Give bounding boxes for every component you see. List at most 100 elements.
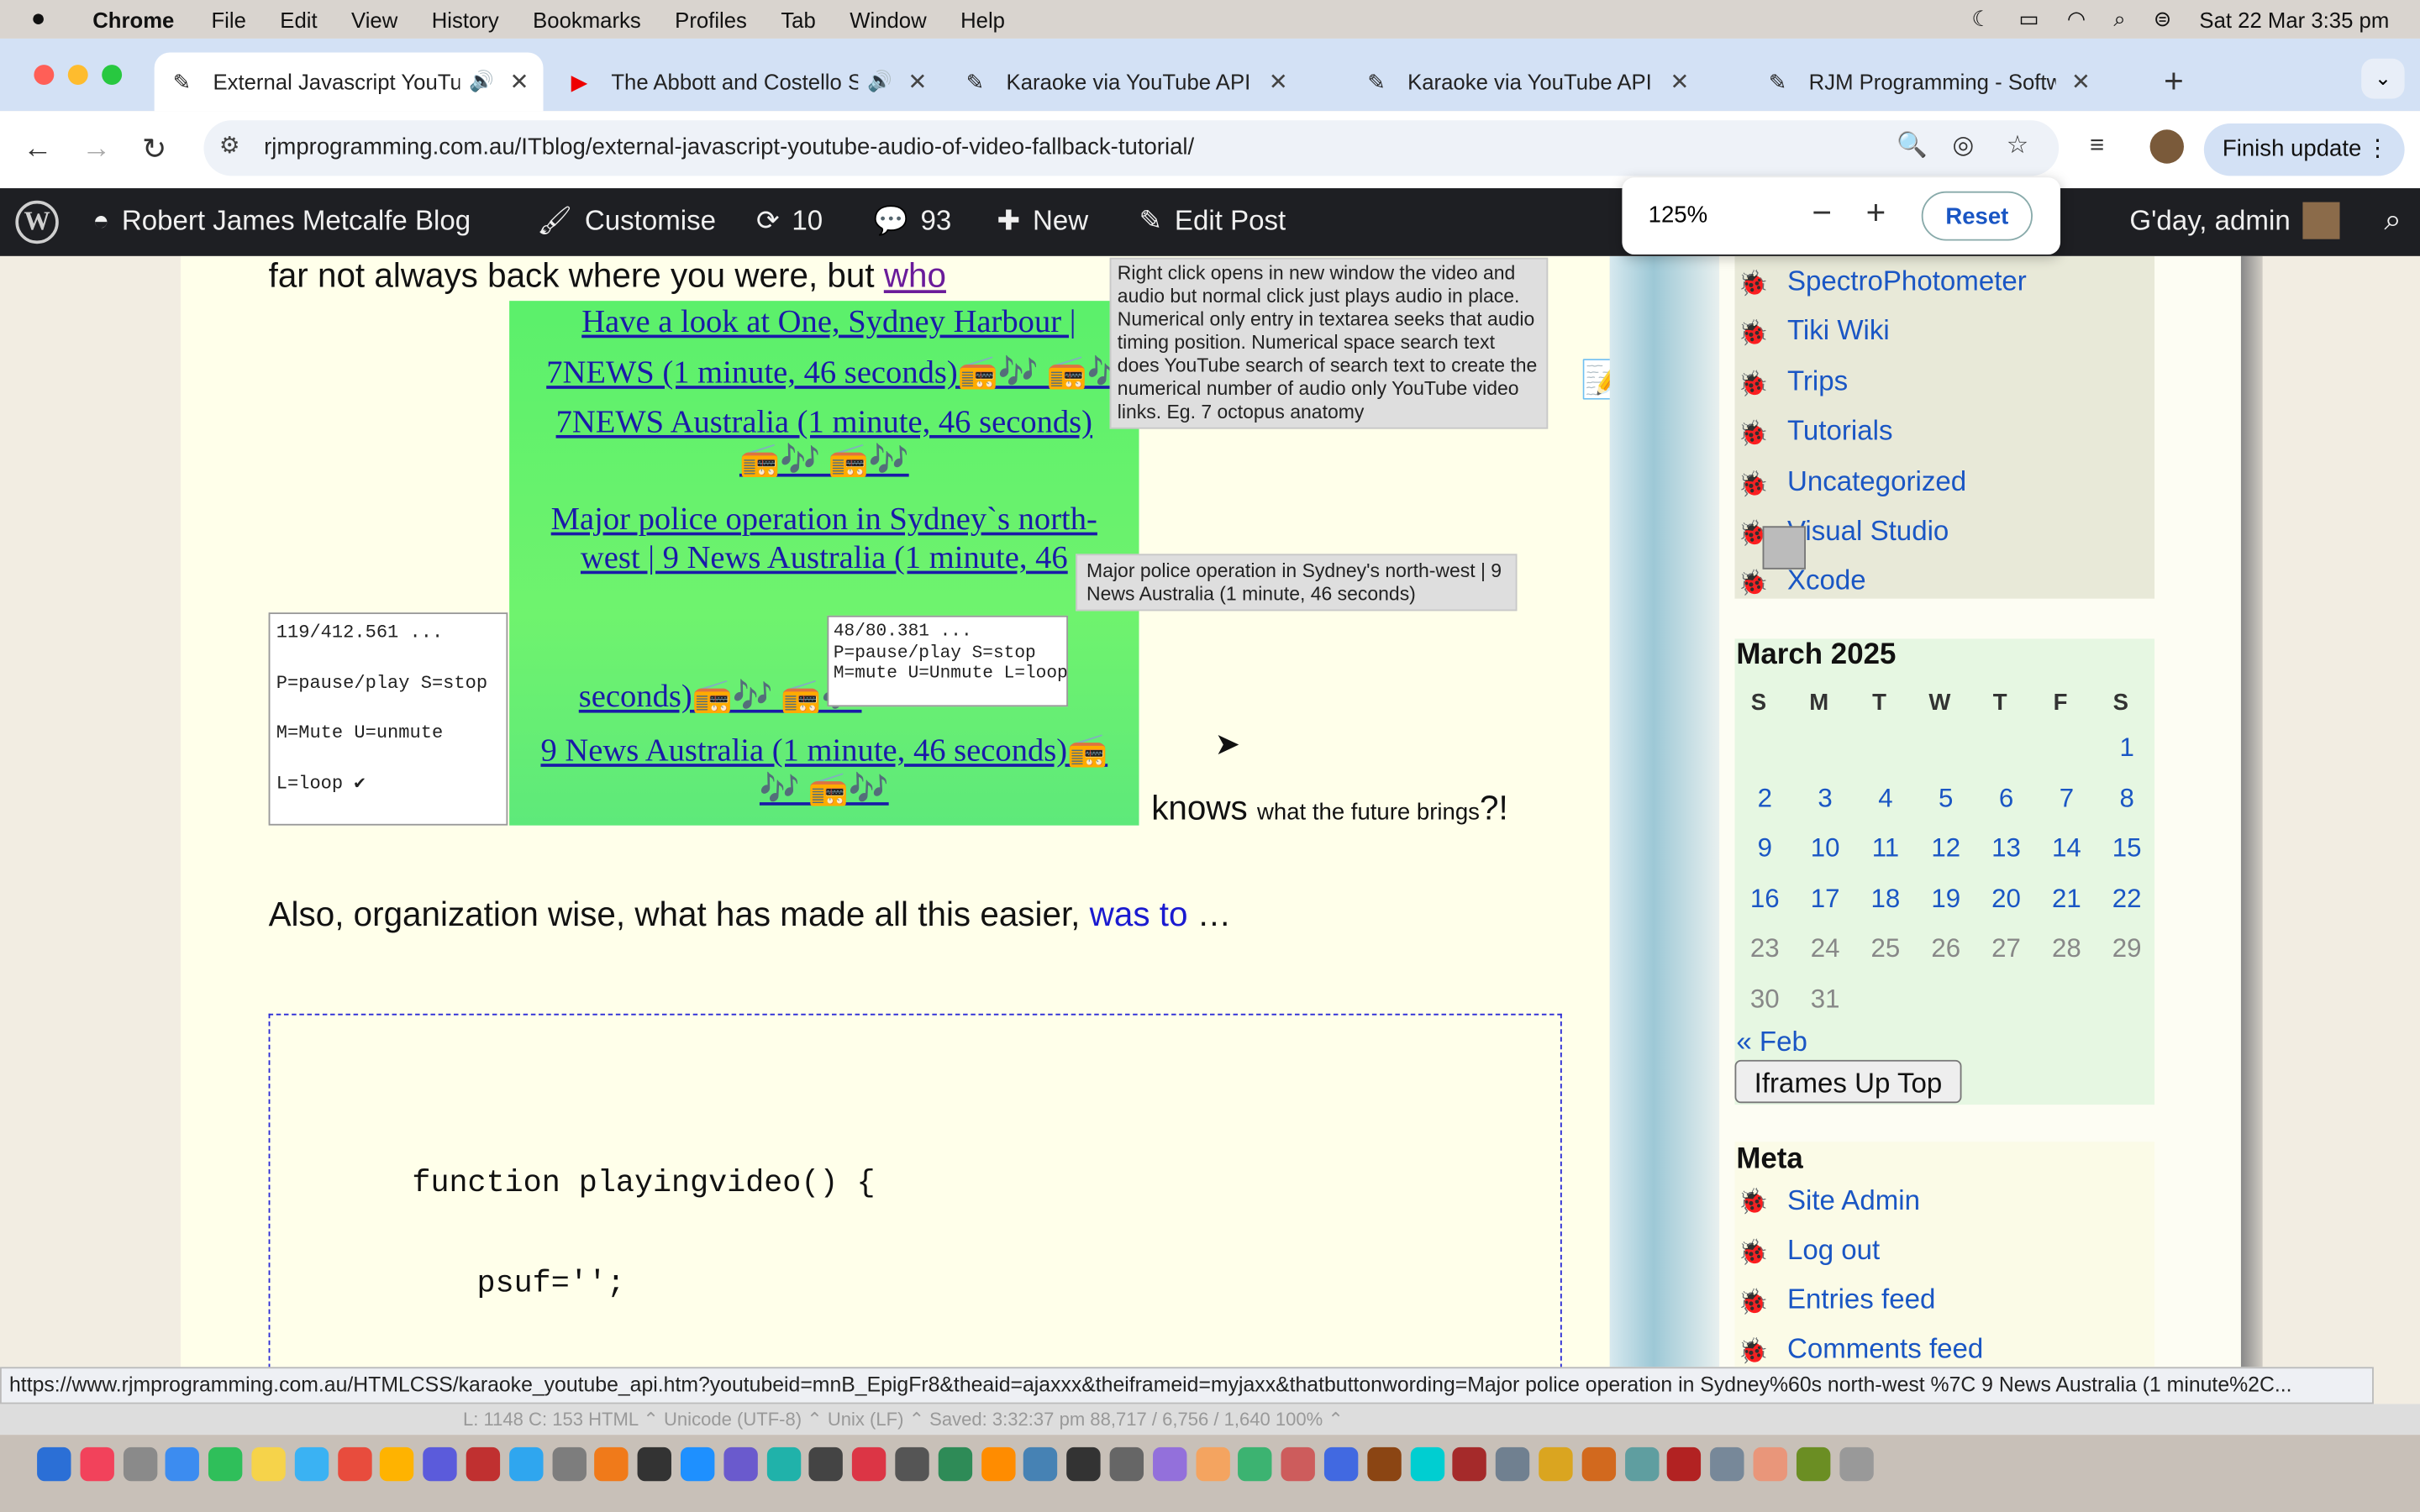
calendar-day-link[interactable]: 1	[2096, 732, 2157, 764]
calendar-day-link[interactable]: 10	[1795, 833, 1855, 864]
category-link[interactable]: SpectroPhotometer	[1787, 265, 2027, 298]
dock-app-icon[interactable]	[681, 1446, 715, 1482]
calendar-day-link[interactable]: 11	[1855, 833, 1916, 864]
calendar-day-link[interactable]: 4	[1855, 783, 1916, 814]
category-link[interactable]: Xcode	[1787, 564, 1866, 597]
tab-search-chevron-icon[interactable]: ⌄	[2361, 58, 2405, 99]
calendar-day-link[interactable]: 3	[1795, 783, 1855, 814]
calendar-day-link[interactable]: 9	[1734, 833, 1795, 864]
media-controls-icon[interactable]: ≡	[2090, 133, 2104, 160]
dock-app-icon[interactable]	[208, 1446, 243, 1482]
zoom-in-button[interactable]: +	[1866, 193, 1886, 234]
calendar-day-link[interactable]: 7	[2037, 783, 2097, 814]
menu-window[interactable]: Window	[850, 7, 926, 31]
green-link-7news-australia-audio[interactable]: 📻🎶 📻🎶	[509, 441, 1139, 480]
menu-help[interactable]: Help	[960, 7, 1005, 31]
green-link-7news-australia[interactable]: 7NEWS Australia (1 minute, 46 seconds)	[509, 402, 1139, 441]
dock-app-icon[interactable]	[1195, 1446, 1230, 1482]
dock-app-icon[interactable]	[1323, 1446, 1359, 1482]
menubar-datetime[interactable]: Sat 22 Mar 3:35 pm	[2199, 7, 2389, 31]
dock-app-icon[interactable]	[1710, 1446, 1744, 1482]
dock-app-icon[interactable]	[466, 1446, 501, 1482]
control-center-icon[interactable]: ⊜	[2154, 6, 2172, 32]
site-name-item[interactable]: ◓ Robert James Metcalfe Blog	[92, 205, 471, 238]
calendar-day-link[interactable]: 12	[1916, 833, 1976, 864]
close-tab-icon[interactable]: ✕	[1670, 68, 1689, 96]
dock-app-icon[interactable]	[1753, 1446, 1787, 1482]
close-window-button[interactable]	[34, 65, 55, 86]
dock-app-icon[interactable]	[423, 1446, 458, 1482]
address-url[interactable]: rjmprogramming.com.au/ITblog/external-ja…	[264, 134, 1194, 160]
audio-control-textarea-1[interactable]: 119/412.561 ... P=pause/play S=stop M=Mu…	[268, 612, 508, 826]
dock-app-icon[interactable]	[1281, 1446, 1316, 1482]
category-link[interactable]: Uncategorized	[1787, 466, 1966, 499]
battery-icon[interactable]: ▭	[2018, 6, 2039, 32]
calendar-day-link[interactable]: 6	[1976, 783, 2037, 814]
comments-feed-link[interactable]: Comments feed	[1787, 1333, 1983, 1366]
floating-square-icon[interactable]	[1762, 526, 1806, 570]
calendar-day-link[interactable]: 21	[2037, 884, 2097, 915]
calendar-day-link[interactable]: 17	[1795, 884, 1855, 915]
category-link[interactable]: Tutorials	[1787, 415, 1893, 448]
tab-external-javascript[interactable]: ✎ External Javascript YouTu 🔊 ✕	[154, 52, 544, 112]
dock-app-icon[interactable]	[809, 1446, 844, 1482]
finish-update-button[interactable]: Finish update ⋮	[2203, 123, 2405, 176]
zoom-out-button[interactable]: −	[1812, 193, 1832, 234]
site-admin-link[interactable]: Site Admin	[1787, 1185, 1920, 1218]
tab-karaoke-1[interactable]: ✎ Karaoke via YouTube API - RJI ✕	[948, 52, 1334, 111]
dock-app-icon[interactable]	[80, 1446, 114, 1482]
dock-app-icon[interactable]	[1581, 1446, 1616, 1482]
calendar-day-link[interactable]: 14	[2037, 833, 2097, 864]
kebab-menu-icon[interactable]: ⋮	[2366, 123, 2390, 176]
green-link-major-police-cont[interactable]: west | 9 News Australia (1 minute, 46	[509, 538, 1139, 577]
profile-avatar[interactable]	[2149, 129, 2184, 164]
dock-app-icon[interactable]	[508, 1446, 544, 1482]
dock-app-icon[interactable]	[1109, 1446, 1144, 1482]
dock-app-icon[interactable]	[723, 1446, 758, 1482]
dark-mode-icon[interactable]: ☾	[1971, 6, 1991, 32]
dock-app-icon[interactable]	[1023, 1446, 1058, 1482]
speaker-icon[interactable]: 🔊	[867, 70, 892, 94]
dock-app-icon[interactable]	[981, 1446, 1015, 1482]
dock-app-icon[interactable]	[337, 1446, 371, 1482]
dock-app-icon[interactable]	[938, 1446, 972, 1482]
dock-app-icon[interactable]	[1152, 1446, 1187, 1482]
green-link-9news-australia-audio[interactable]: 🎶 📻🎶	[509, 770, 1139, 809]
zoom-magnifier-icon[interactable]: 🔍	[1897, 129, 1928, 160]
zoom-window-button[interactable]	[102, 65, 123, 86]
wordpress-logo-icon[interactable]: W	[15, 200, 59, 244]
updates-item[interactable]: ⟳ 10	[756, 205, 823, 238]
menu-edit[interactable]: Edit	[280, 7, 317, 31]
dock-app-icon[interactable]	[637, 1446, 672, 1482]
close-tab-icon[interactable]: ✕	[1269, 68, 1288, 96]
dock-app-icon[interactable]	[251, 1446, 286, 1482]
dock-app-icon[interactable]	[1496, 1446, 1530, 1482]
calendar-day-link[interactable]: 22	[2096, 884, 2157, 915]
category-link[interactable]: Trips	[1787, 365, 1848, 398]
green-link-major-police[interactable]: Major police operation in Sydney`s north…	[509, 500, 1139, 538]
category-link[interactable]: Visual Studio	[1787, 515, 1949, 548]
was-to-link[interactable]: was to	[1090, 895, 1188, 933]
green-link-9news-australia[interactable]: 9 News Australia (1 minute, 46 seconds)📻	[509, 732, 1139, 770]
dock-app-icon[interactable]	[1624, 1446, 1659, 1482]
menu-bookmarks[interactable]: Bookmarks	[533, 7, 641, 31]
dock-app-icon[interactable]	[766, 1446, 801, 1482]
calendar-day-link[interactable]: 2	[1734, 783, 1795, 814]
dock-app-icon[interactable]	[1366, 1446, 1402, 1482]
back-arrow-icon[interactable]: ←	[24, 133, 53, 166]
menu-tab[interactable]: Tab	[781, 7, 815, 31]
dock-app-icon[interactable]	[1410, 1446, 1444, 1482]
calendar-day-link[interactable]: 8	[2096, 783, 2157, 814]
dock-app-icon[interactable]	[551, 1446, 587, 1482]
tab-abbott-costello[interactable]: ▶ The Abbott and Costello S 🔊 ✕	[553, 52, 939, 111]
calendar-day-link[interactable]: 16	[1734, 884, 1795, 915]
close-tab-icon[interactable]: ✕	[908, 68, 927, 96]
menu-profiles[interactable]: Profiles	[675, 7, 747, 31]
site-info-icon[interactable]: ⚙	[219, 131, 240, 159]
dock-app-icon[interactable]	[37, 1446, 71, 1482]
calendar-day-link[interactable]: 19	[1916, 884, 1976, 915]
new-tab-icon[interactable]: +	[2164, 61, 2184, 102]
green-link-one-sydney[interactable]: Have a look at One, Sydney Harbour |	[528, 302, 1129, 341]
new-item[interactable]: ✚ New	[997, 205, 1089, 238]
entries-feed-link[interactable]: Entries feed	[1787, 1284, 1935, 1316]
